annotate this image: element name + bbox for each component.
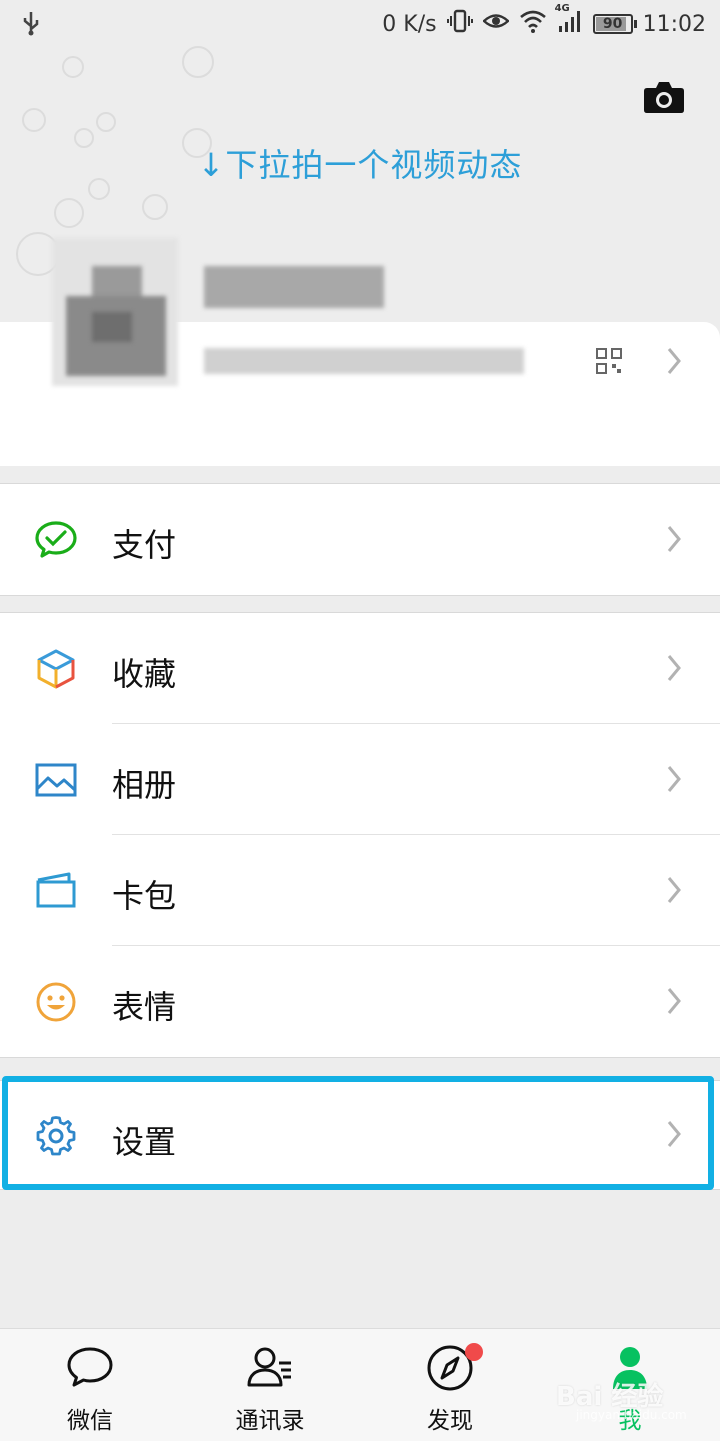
bubble	[62, 56, 84, 78]
chat-bubble-icon	[65, 1343, 115, 1393]
tab-label-chats: 微信	[67, 1408, 113, 1434]
qr-code-icon[interactable]	[596, 348, 622, 378]
chevron-right-icon	[666, 524, 682, 558]
menu-label-cards: 卡包	[112, 877, 177, 915]
clock: 11:02	[642, 11, 706, 37]
album-picture-icon	[35, 759, 77, 801]
tab-contacts[interactable]: 通讯录	[180, 1329, 360, 1441]
menu-label-pay: 支付	[112, 526, 177, 564]
avatar[interactable]	[52, 238, 178, 386]
tab-chats[interactable]: 微信	[0, 1329, 180, 1441]
net-speed: 0 K/s	[382, 11, 437, 37]
bubble	[22, 108, 46, 132]
eye-icon	[481, 10, 510, 38]
settings-highlight-box	[2, 1076, 714, 1190]
watermark-url: jingyan.baidu.com	[576, 1408, 687, 1422]
discover-badge	[465, 1343, 483, 1361]
chevron-right-icon	[666, 875, 682, 909]
network-type: 4G	[554, 3, 570, 14]
bubble	[182, 46, 214, 78]
usb-icon	[22, 10, 40, 40]
contacts-person-icon	[245, 1343, 295, 1393]
main-menu-group: 收藏 相册 卡包 表情	[0, 612, 720, 1058]
signal-icon: 4G	[555, 3, 583, 39]
wechat-id-blurred	[204, 348, 524, 374]
smiley-face-icon	[35, 981, 77, 1023]
card-wallet-icon	[35, 870, 77, 912]
chevron-right-icon	[666, 764, 682, 798]
battery-icon: 90	[592, 14, 637, 34]
tab-discover[interactable]: 发现	[360, 1329, 540, 1441]
favorites-cube-icon	[35, 648, 77, 690]
menu-item-stickers[interactable]: 表情	[0, 946, 720, 1057]
menu-item-favorites[interactable]: 收藏	[0, 613, 720, 724]
nickname-blurred	[204, 266, 384, 308]
menu-item-album[interactable]: 相册	[0, 724, 720, 835]
menu-label-album: 相册	[112, 766, 177, 804]
bubble	[96, 112, 116, 132]
avatar-pixel	[92, 312, 132, 342]
tab-label-discover: 发现	[427, 1408, 473, 1434]
menu-label-stickers: 表情	[112, 988, 177, 1026]
pull-down-hint[interactable]: ↓下拉拍一个视频动态	[0, 140, 720, 186]
camera-icon	[644, 82, 684, 113]
wifi-icon	[519, 9, 547, 39]
status-bar: 0 K/s 4G 90 11:02	[0, 0, 720, 50]
tab-label-contacts: 通讯录	[235, 1408, 305, 1434]
menu-item-pay[interactable]: 支付	[0, 484, 720, 595]
menu-label-favorites: 收藏	[112, 655, 177, 693]
chevron-right-icon	[666, 986, 682, 1020]
chevron-right-icon	[666, 653, 682, 687]
battery-level: 90	[602, 16, 623, 32]
bubble	[142, 194, 168, 220]
vibrate-icon	[446, 8, 473, 40]
pay-group: 支付	[0, 483, 720, 596]
profile-chevron-icon	[666, 346, 682, 380]
pay-icon	[35, 519, 77, 561]
menu-item-cards[interactable]: 卡包	[0, 835, 720, 946]
camera-button[interactable]	[643, 80, 685, 118]
bubble	[54, 198, 84, 228]
